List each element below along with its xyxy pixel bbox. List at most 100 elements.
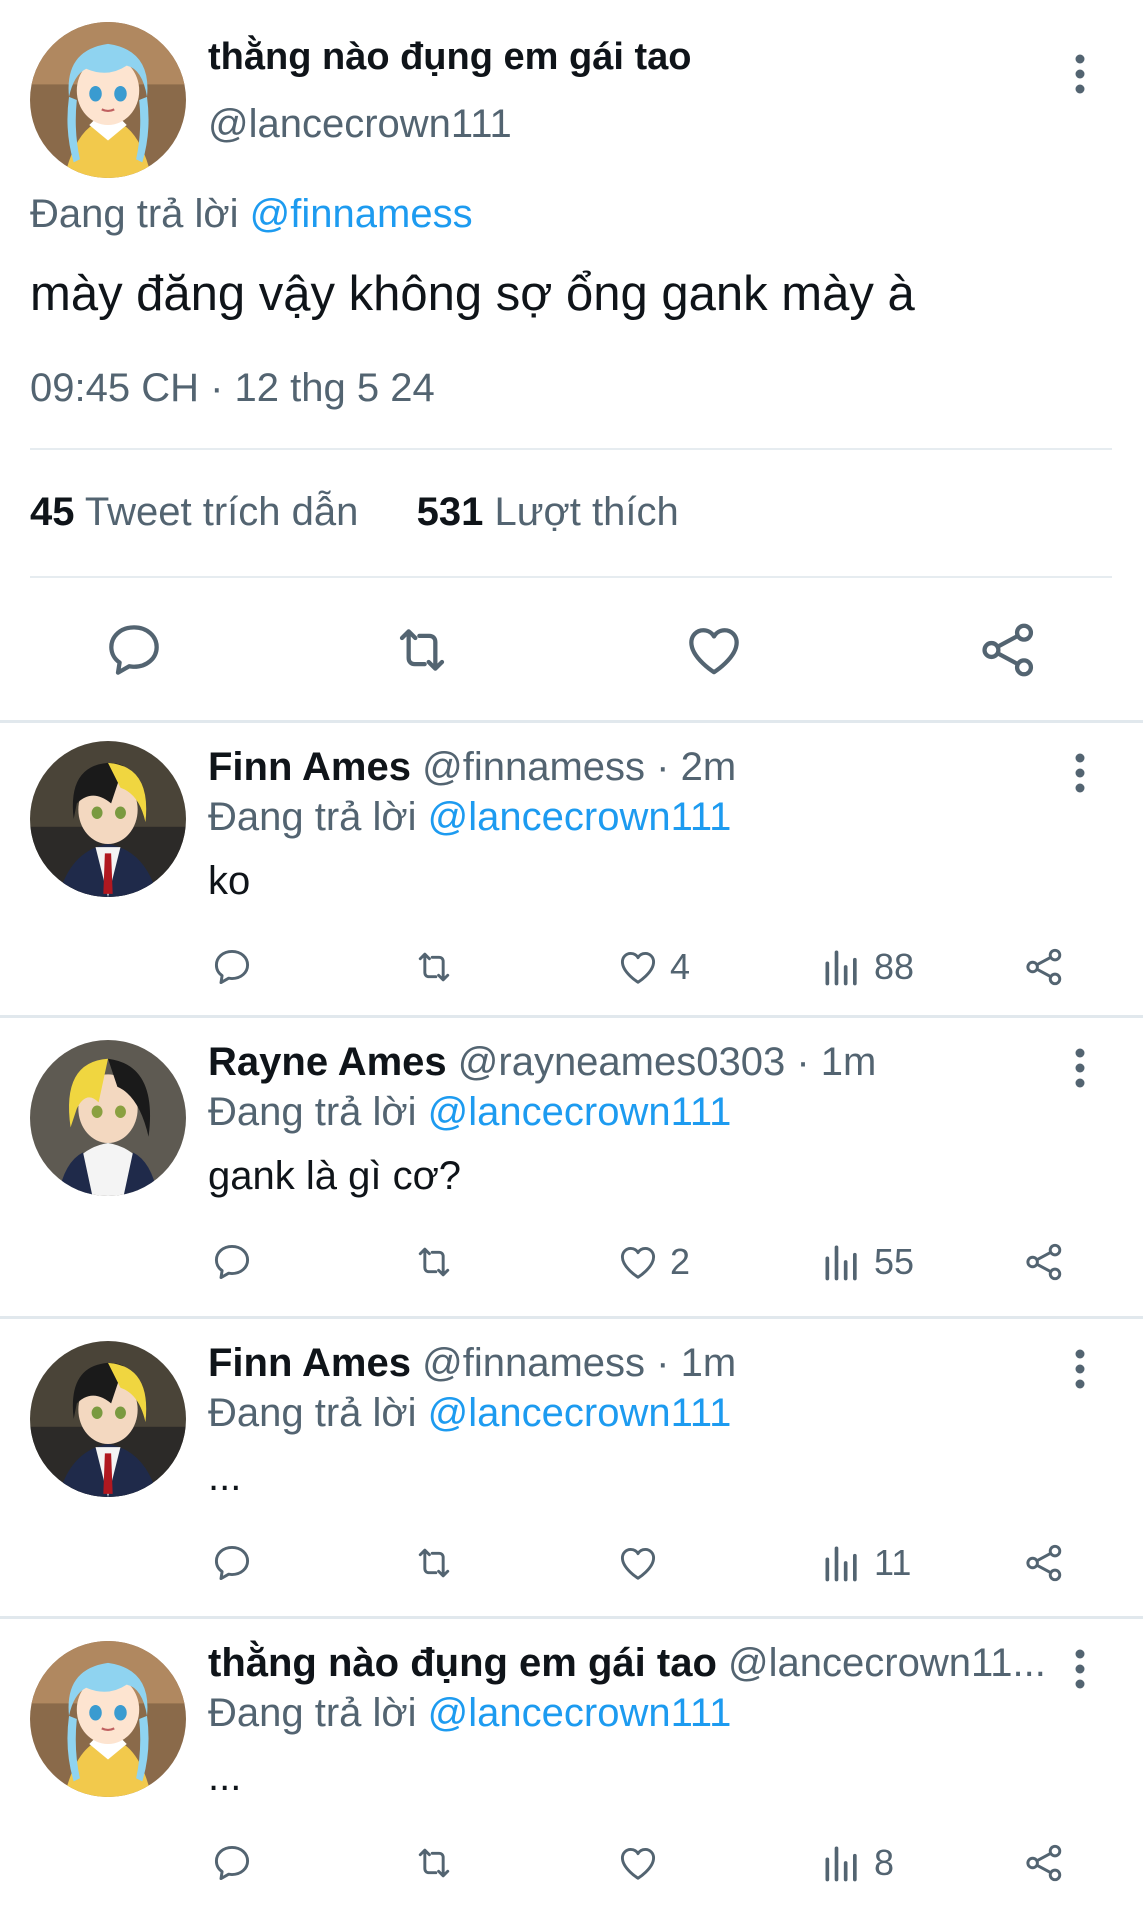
reply-icon [210,945,254,989]
views-button[interactable]: 11 [820,1533,911,1593]
retweet-button[interactable] [412,1833,456,1893]
replying-label: Đang trả lời [208,1090,417,1134]
share-button[interactable] [1022,937,1066,997]
reply-button[interactable] [210,1833,254,1893]
like-count: 4 [670,946,691,987]
like-button[interactable]: 2 [616,1232,690,1292]
share-button[interactable] [1022,1833,1066,1893]
action-bar: 4 88 [0,937,1143,997]
reply-button[interactable] [210,1533,254,1593]
like-icon [616,1841,660,1885]
like-button[interactable] [616,1833,670,1893]
mention-link[interactable]: @finnamess [250,192,473,236]
more-icon[interactable] [1060,46,1100,102]
display-name[interactable]: Rayne Ames [208,1040,447,1084]
reply-button[interactable] [210,937,254,997]
display-name[interactable]: Finn Ames [208,1341,411,1385]
retweet-button[interactable] [412,1232,456,1292]
like-icon [616,1240,660,1284]
like-icon[interactable] [682,618,746,682]
tweet-text: ... [208,1455,242,1499]
avatar[interactable] [30,741,186,897]
views-button[interactable]: 8 [820,1833,894,1893]
handle-time: @finnamess · 2m [422,745,737,789]
tweet-text: ko [208,859,251,903]
replying-to: Đang trả lời @lancecrown111 [208,1691,731,1736]
tweet-stats: 45 Tweet trích dẫn 531 Lượt thích [30,490,679,535]
reply-tweet[interactable]: Finn Ames @finnamess · 1m Đang trả lời @… [0,1319,1143,1619]
like-icon [616,945,660,989]
retweet-button[interactable] [412,1533,456,1593]
mention-link[interactable]: @lancecrown111 [428,795,732,839]
more-icon[interactable] [1060,1040,1100,1096]
replying-to: Đang trả lời @lancecrown111 [208,1090,731,1135]
share-icon [1022,945,1066,989]
retweet-icon [412,945,456,989]
reply-tweet[interactable]: Rayne Ames @rayneames0303 · 1m Đang trả … [0,1018,1143,1318]
likes-link[interactable]: 531 Lượt thích [417,490,679,534]
share-icon [1022,1541,1066,1585]
views-icon [820,945,864,989]
tweet-text: mày đăng vậy không sợ ổng gank mày à [30,267,915,321]
views-icon [820,1240,864,1284]
like-count: 2 [670,1241,691,1282]
user-handle[interactable]: @lancecrown111 [208,102,512,147]
reply-icon [210,1841,254,1885]
divider [30,448,1112,450]
main-tweet: thằng nào đụng em gái tao @lancecrown111… [0,0,1143,722]
more-icon[interactable] [1060,1641,1100,1697]
handle-time: @finnamess · 1m [422,1341,737,1385]
reply-button[interactable] [210,1232,254,1292]
view-count: 88 [874,946,915,987]
reply-tweet[interactable]: thằng nào đụng em gái tao @lancecrown11.… [0,1619,1143,1919]
like-button[interactable]: 4 [616,937,690,997]
view-count: 8 [874,1842,895,1883]
display-name[interactable]: thằng nào đụng em gái tao [208,1641,717,1685]
action-bar: 8 [0,1833,1143,1893]
mention-link[interactable]: @lancecrown111 [428,1090,732,1134]
avatar[interactable] [30,1341,186,1497]
share-icon[interactable] [976,618,1040,682]
replying-to: Đang trả lời @lancecrown111 [208,1391,731,1436]
replying-to: Đang trả lời @lancecrown111 [208,795,731,840]
retweet-icon[interactable] [390,618,454,682]
views-button[interactable]: 88 [820,937,914,997]
quote-tweets-link[interactable]: 45 Tweet trích dẫn [30,490,358,534]
display-name[interactable]: thằng nào đụng em gái tao [208,36,691,79]
reply-header: Finn Ames @finnamess · 2m [208,745,736,790]
share-icon [1022,1240,1066,1284]
reply-header: Rayne Ames @rayneames0303 · 1m [208,1040,876,1085]
share-icon [1022,1841,1066,1885]
reply-icon [210,1541,254,1585]
avatar[interactable] [30,1040,186,1196]
retweet-icon [412,1841,456,1885]
retweet-button[interactable] [412,937,456,997]
mention-link[interactable]: @lancecrown111 [428,1391,732,1435]
view-count: 11 [874,1542,912,1583]
more-icon[interactable] [1060,1341,1100,1397]
share-button[interactable] [1022,1232,1066,1292]
avatar[interactable] [30,22,186,178]
tweet-text: gank là gì cơ? [208,1154,462,1198]
action-bar: 11 [0,1533,1143,1593]
reply-icon[interactable] [102,618,166,682]
like-button[interactable] [616,1533,670,1593]
like-count: 531 [416,490,484,534]
handle-time: @rayneames0303 · 1m [457,1040,877,1084]
replying-label: Đang trả lời [208,1391,417,1435]
share-button[interactable] [1022,1533,1066,1593]
tweet-timestamp[interactable]: 09:45 CH · 12 thg 5 24 [30,366,435,411]
reply-header: Finn Ames @finnamess · 1m [208,1341,736,1386]
reply-tweet[interactable]: Finn Ames @finnamess · 2m Đang trả lời @… [0,723,1143,1023]
divider [30,576,1112,578]
view-count: 55 [874,1241,915,1282]
views-icon [820,1541,864,1585]
retweet-icon [412,1541,456,1585]
display-name[interactable]: Finn Ames [208,745,411,789]
tweet-text: ... [208,1755,242,1799]
views-button[interactable]: 55 [820,1232,914,1292]
avatar[interactable] [30,1641,186,1797]
quote-label: Tweet trích dẫn [84,490,359,534]
more-icon[interactable] [1060,745,1100,801]
mention-link[interactable]: @lancecrown111 [428,1691,732,1735]
